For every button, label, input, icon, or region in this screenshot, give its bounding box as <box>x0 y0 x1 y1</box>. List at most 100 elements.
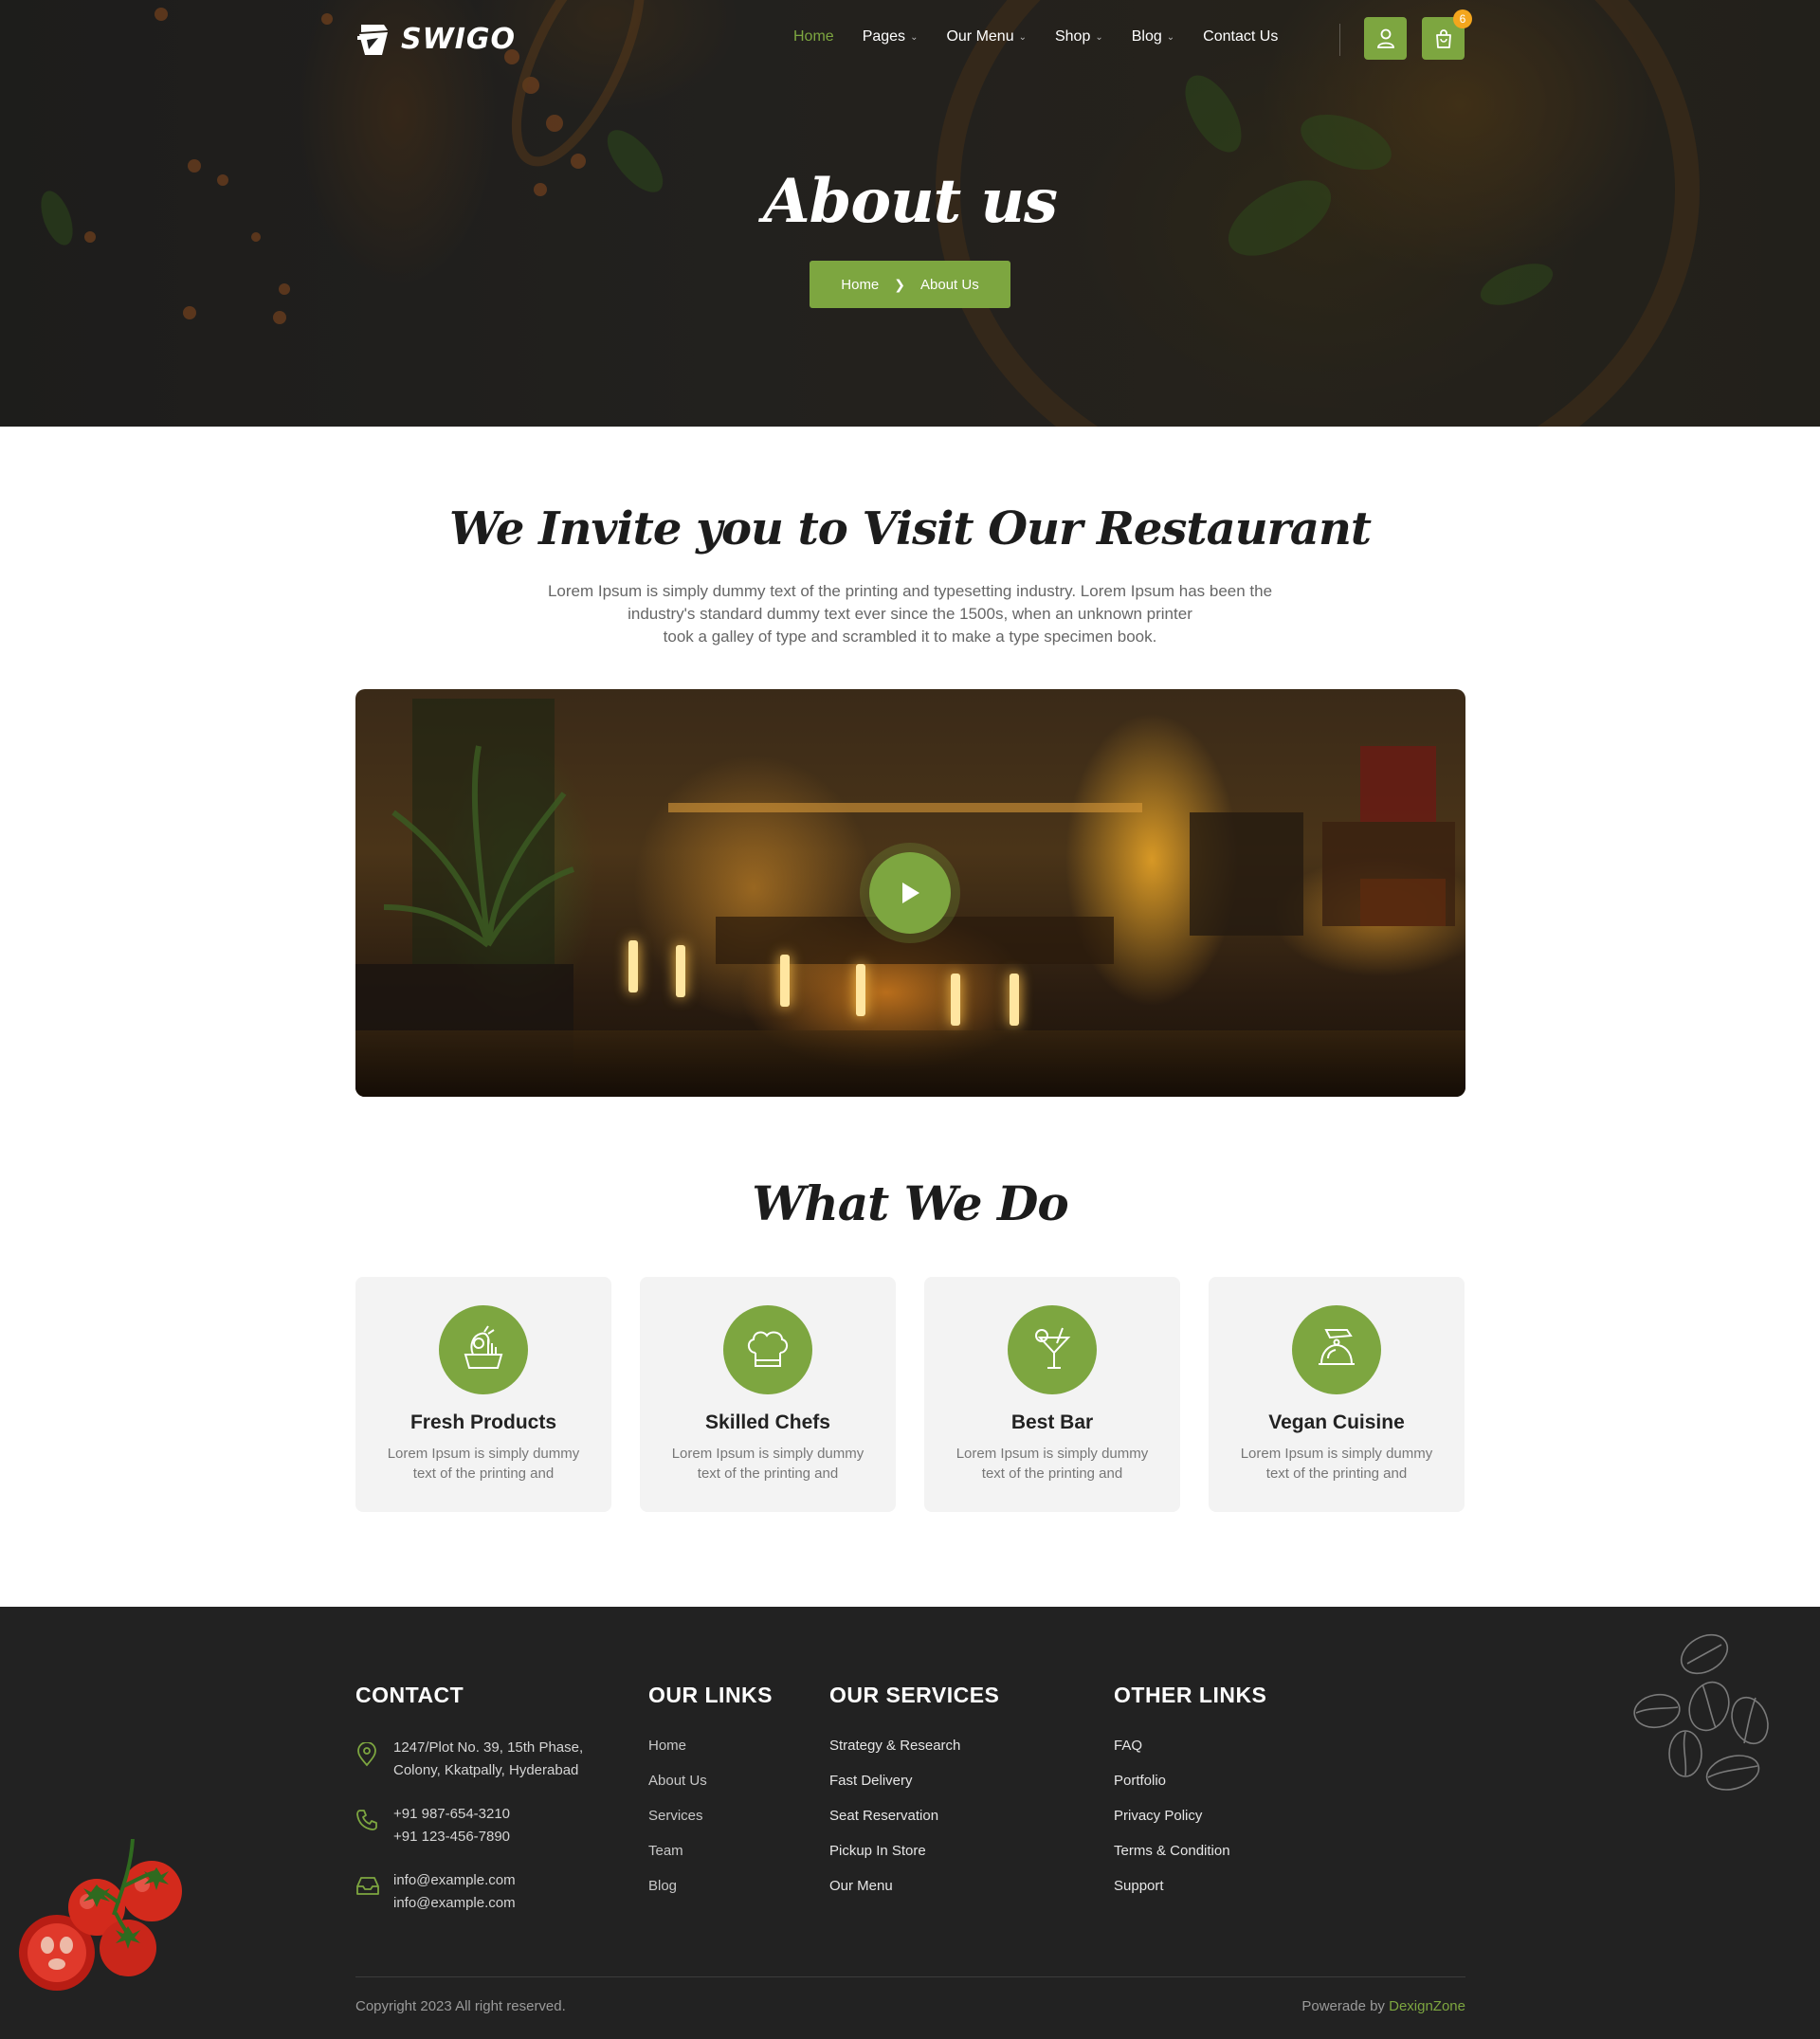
intro-line: Lorem Ipsum is simply dummy text of the … <box>547 582 1273 600</box>
nav-item-pages[interactable]: Pages ⌄ <box>863 28 919 46</box>
vegetables-icon <box>464 1325 503 1369</box>
nav-item-label: Blog <box>1131 28 1162 45</box>
inbox-icon <box>356 1877 379 1895</box>
shopping-bag-icon <box>1435 28 1451 48</box>
chevron-down-icon: ⌄ <box>1018 31 1027 43</box>
video-decor <box>951 974 960 1026</box>
email-address[interactable]: info@example.com <box>393 1892 516 1915</box>
video-decor <box>676 945 685 997</box>
footer-column-title: CONTACT <box>355 1683 464 1707</box>
breadcrumb-home-link[interactable]: Home <box>841 277 879 293</box>
service-card-vegan-cuisine[interactable]: Vegan Cuisine Lorem Ipsum is simply dumm… <box>1209 1277 1465 1512</box>
video-decor <box>780 955 790 1007</box>
footer-link-about-us[interactable]: About Us <box>648 1772 800 1807</box>
card-title: Skilled Chefs <box>705 1411 830 1433</box>
powered-by-label: Powerade by <box>1301 1998 1385 2014</box>
location-pin-icon <box>357 1741 376 1767</box>
footer-link-services[interactable]: Services <box>648 1807 800 1842</box>
footer-divider <box>355 1976 1465 1977</box>
intro-line: industry's standard dummy text ever sinc… <box>628 605 1192 623</box>
page-title: About us <box>762 166 1058 237</box>
contact-phone: +91 987-654-3210 +91 123-456-7890 <box>355 1803 630 1848</box>
nav-item-home[interactable]: Home <box>793 28 834 46</box>
nav-item-shop[interactable]: Shop ⌄ <box>1055 28 1103 46</box>
chevron-down-icon: ⌄ <box>1166 31 1175 43</box>
footer-link-blog[interactable]: Blog <box>648 1877 800 1912</box>
breadcrumb: Home ❯ About Us <box>810 261 1010 308</box>
nav-item-our-menu[interactable]: Our Menu ⌄ <box>946 28 1027 46</box>
contact-email: info@example.com info@example.com <box>355 1869 630 1915</box>
card-icon-circle <box>1008 1305 1097 1394</box>
footer-link-terms-condition[interactable]: Terms & Condition <box>1114 1842 1360 1877</box>
address-line: 1247/Plot No. 39, 15th Phase, <box>393 1739 584 1756</box>
card-icon-circle <box>1292 1305 1381 1394</box>
tomatoes-illustration <box>19 1839 182 1991</box>
footer-link-team[interactable]: Team <box>648 1842 800 1877</box>
cart-button[interactable]: 6 <box>1422 9 1472 60</box>
nav-item-blog[interactable]: Blog ⌄ <box>1132 28 1174 46</box>
nav-item-label: Shop <box>1054 28 1091 45</box>
service-card-skilled-chefs[interactable]: Skilled Chefs Lorem Ipsum is simply dumm… <box>640 1277 896 1512</box>
copyright-text: Copyright 2023 All right reserved. <box>355 1998 566 2014</box>
footer-our-links-column: OUR LINKS Home About Us Services Team Bl… <box>648 1683 800 1912</box>
card-title: Best Bar <box>1010 1411 1094 1433</box>
address-line: Colony, Kkatpally, Hyderabad <box>393 1762 579 1778</box>
footer-contact-column: CONTACT 1247/Plot No. 39, 15th Phase, Co… <box>355 1683 630 1936</box>
footer-link-support[interactable]: Support <box>1114 1877 1360 1912</box>
nav-item-label: Contact Us <box>1203 28 1279 45</box>
main-menu: Home Pages ⌄ Our Menu ⌄ Shop ⌄ Blog ⌄ Co… <box>793 28 1306 46</box>
site-footer: CONTACT 1247/Plot No. 39, 15th Phase, Co… <box>0 1607 1820 2039</box>
services-cards: Fresh Products Lorem Ipsum is simply dum… <box>355 1277 1465 1512</box>
site-logo[interactable]: SWIGO <box>355 19 516 59</box>
footer-link-seat-reservation[interactable]: Seat Reservation <box>829 1807 1076 1842</box>
play-icon <box>902 883 919 903</box>
logo-text: SWIGO <box>401 22 516 56</box>
chef-logo-icon <box>357 25 388 55</box>
coffee-beans-illustration <box>1633 1633 1769 1791</box>
nav-item-contact-us[interactable]: Contact Us <box>1203 28 1278 46</box>
what-we-do-heading: What We Do <box>752 1175 1068 1231</box>
cart-count-badge: 6 <box>1453 9 1472 28</box>
intro-heading: We Invite you to Visit Our Restaurant <box>448 502 1372 555</box>
card-text: Lorem Ipsum is simply dummy text of the … <box>671 1446 864 1482</box>
nav-item-label: Our Menu <box>946 28 1014 45</box>
footer-link-portfolio[interactable]: Portfolio <box>1114 1772 1360 1807</box>
header-navbar: SWIGO Home Pages ⌄ Our Menu ⌄ Shop ⌄ Blo… <box>355 0 1472 81</box>
cocktail-icon <box>1035 1327 1071 1369</box>
footer-link-fast-delivery[interactable]: Fast Delivery <box>829 1772 1076 1807</box>
user-icon <box>1376 28 1394 48</box>
chevron-down-icon: ⌄ <box>910 31 919 43</box>
play-button[interactable] <box>869 852 951 934</box>
video-decor <box>355 1030 1465 1097</box>
email-address[interactable]: info@example.com <box>393 1869 516 1892</box>
phone-number[interactable]: +91 987-654-3210 <box>393 1803 510 1826</box>
nav-item-label: Home <box>793 28 834 45</box>
powered-by: Powerade by DexignZone <box>1301 1998 1465 2014</box>
user-account-button[interactable] <box>1364 17 1407 60</box>
footer-link-home[interactable]: Home <box>648 1737 800 1772</box>
footer-link-strategy-research[interactable]: Strategy & Research <box>829 1737 1076 1772</box>
card-title: Fresh Products <box>410 1411 557 1433</box>
powered-by-brand-link[interactable]: DexignZone <box>1389 1998 1465 2014</box>
video-decor <box>1010 974 1019 1026</box>
footer-column-title: OUR SERVICES <box>829 1683 1000 1707</box>
phone-icon <box>356 1810 377 1830</box>
footer-link-privacy-policy[interactable]: Privacy Policy <box>1114 1807 1360 1842</box>
card-text: Lorem Ipsum is simply dummy text of the … <box>956 1446 1149 1482</box>
nav-item-label: Pages <box>862 28 906 45</box>
card-text: Lorem Ipsum is simply dummy text of the … <box>1240 1446 1433 1482</box>
card-icon-circle <box>723 1305 812 1394</box>
footer-link-pickup-in-store[interactable]: Pickup In Store <box>829 1842 1076 1877</box>
intro-paragraph: Lorem Ipsum is simply dummy text of the … <box>512 580 1308 648</box>
footer-link-faq[interactable]: FAQ <box>1114 1737 1360 1772</box>
service-card-fresh-products[interactable]: Fresh Products Lorem Ipsum is simply dum… <box>355 1277 611 1512</box>
footer-link-our-menu[interactable]: Our Menu <box>829 1877 1076 1912</box>
restaurant-video[interactable] <box>355 689 1465 1097</box>
phone-number[interactable]: +91 123-456-7890 <box>393 1826 510 1848</box>
card-text: Lorem Ipsum is simply dummy text of the … <box>387 1446 580 1482</box>
intro-line: took a galley of type and scrambled it t… <box>663 628 1157 646</box>
chevron-down-icon: ⌄ <box>1095 31 1103 43</box>
service-card-best-bar[interactable]: Best Bar Lorem Ipsum is simply dummy tex… <box>924 1277 1180 1512</box>
footer-column-title: OTHER LINKS <box>1114 1683 1267 1707</box>
nav-divider <box>1339 24 1340 56</box>
